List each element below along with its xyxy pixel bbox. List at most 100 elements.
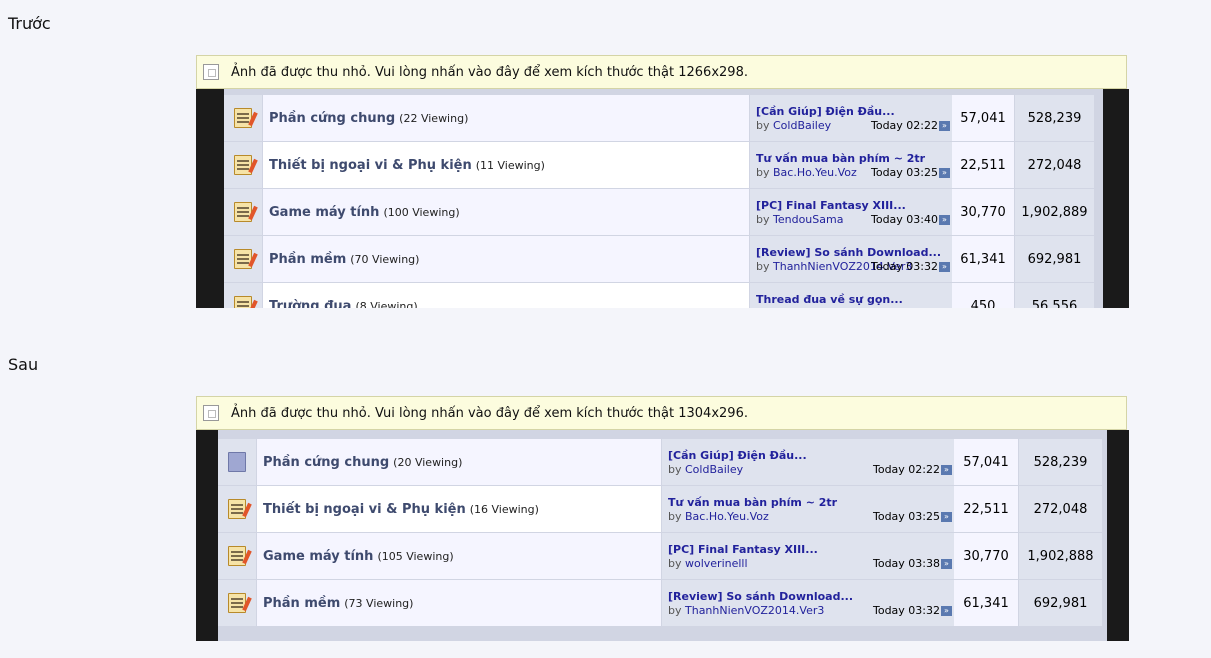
go-to-last-post-icon[interactable]: »: [941, 512, 952, 522]
last-post-time: Today 03:40: [870, 213, 938, 226]
last-thread-link[interactable]: Tư vấn mua bàn phím ~ 2tr: [756, 152, 925, 165]
post-count: 692,981: [1014, 236, 1094, 282]
screenshot-before: Phần cứng chung (22 Viewing) [Cần Giúp] Đi…: [196, 89, 1129, 308]
forum-link[interactable]: Game máy tính: [263, 549, 373, 564]
go-to-last-post-icon[interactable]: »: [939, 121, 950, 131]
post-count: 528,239: [1018, 439, 1102, 485]
user-link[interactable]: wolverinelll: [685, 557, 748, 570]
by-label: by: [756, 260, 773, 273]
forum-status-cell: [218, 580, 257, 626]
last-post-time: Today 03:38: [872, 557, 940, 570]
forum-link[interactable]: Phần cứng chung: [263, 455, 389, 470]
last-post-cell: [PC] Final Fantasy XIII... by wolverinell…: [661, 533, 954, 579]
last-post-cell: Tư vấn mua bàn phím ~ 2tr by Bac.Ho.Yeu.V…: [749, 142, 952, 188]
last-thread-link[interactable]: [Review] So sánh Download...: [756, 246, 941, 259]
last-thread-link[interactable]: [PC] Final Fantasy XIII...: [668, 543, 818, 556]
forum-new-posts-icon: [232, 106, 258, 130]
forum-row: Game máy tính (105 Viewing) [PC] Final Fan…: [218, 533, 1107, 580]
forum-title-cell: Phần mềm (73 Viewing): [257, 580, 661, 626]
screenshot-after: Phần cứng chung (20 Viewing) [Cần Giúp] Đi…: [196, 430, 1129, 641]
forum-title-cell: Phần cứng chung (20 Viewing): [257, 439, 661, 485]
last-poster: by ColdBailey: [756, 119, 831, 132]
forum-title-cell: Game máy tính (100 Viewing): [263, 189, 749, 235]
go-to-last-post-icon[interactable]: »: [941, 559, 952, 569]
last-thread-link[interactable]: Thread đua về sự gọn...: [756, 293, 903, 306]
forum-link[interactable]: Phần cứng chung: [269, 111, 395, 126]
last-poster: by ThanhNienVOZ2014.Ver3: [668, 604, 824, 617]
last-post-cell: [Cần Giúp] Điện Đầu... by ColdBailey Today…: [661, 439, 954, 485]
forum-row: Phần mềm (70 Viewing) [Review] So sánh Dow…: [224, 236, 1103, 283]
post-count: 272,048: [1018, 486, 1102, 532]
last-poster: by wolverinelll: [668, 557, 748, 570]
last-post-time: Today 03:32: [872, 604, 940, 617]
last-poster: by Bac.Ho.Yeu.Voz: [756, 166, 857, 179]
viewing-count: (100 Viewing): [383, 205, 460, 219]
forum-status-cell: [224, 283, 263, 308]
forum-row: Trường đua (8 Viewing) Thread đua về sự gọ…: [224, 283, 1103, 308]
viewing-count: (16 Viewing): [469, 502, 539, 516]
section-title-before: Trước: [8, 14, 51, 33]
post-count: 1,902,888: [1018, 533, 1102, 579]
go-to-last-post-icon[interactable]: »: [941, 465, 952, 475]
last-post-time: Today 03:32: [870, 260, 938, 273]
forum-status-cell: [224, 142, 263, 188]
forum-status-cell: [218, 439, 257, 485]
forum-title-cell: Phần cứng chung (22 Viewing): [263, 95, 749, 141]
forum-new-posts-icon: [232, 200, 258, 224]
go-to-last-post-icon[interactable]: »: [941, 606, 952, 616]
image-resize-icon: [203, 64, 219, 80]
forum-status-cell: [218, 486, 257, 532]
forum-row: Thiết bị ngoại vi & Phụ kiện (11 Viewing)…: [224, 142, 1103, 189]
go-to-last-post-icon[interactable]: »: [939, 215, 950, 225]
user-link[interactable]: TendouSama: [773, 213, 843, 226]
last-post-cell: [Review] So sánh Download... by ThanhNien…: [661, 580, 954, 626]
user-link[interactable]: Bac.Ho.Yeu.Voz: [773, 166, 857, 179]
resize-notice-text: Ảnh đã được thu nhỏ. Vui lòng nhấn vào đ…: [231, 405, 748, 421]
forum-new-posts-icon: [232, 153, 258, 177]
user-link[interactable]: ThanhNienVOZ2014.Ver3: [685, 604, 824, 617]
go-to-last-post-icon[interactable]: »: [939, 168, 950, 178]
by-label: by: [668, 463, 685, 476]
by-label: by: [668, 604, 685, 617]
last-thread-link[interactable]: [PC] Final Fantasy XIII...: [756, 199, 906, 212]
resize-notice-bar[interactable]: Ảnh đã được thu nhỏ. Vui lòng nhấn vào đ…: [196, 396, 1127, 430]
forum-new-posts-icon: [232, 294, 258, 308]
forum-new-posts-icon: [226, 497, 252, 521]
user-link[interactable]: ColdBailey: [685, 463, 743, 476]
by-label: by: [756, 119, 773, 132]
last-post-time: Today 02:22: [872, 463, 940, 476]
forum-link[interactable]: Trường đua: [269, 299, 351, 309]
go-to-last-post-icon[interactable]: »: [939, 262, 950, 272]
thread-count: 30,770: [954, 533, 1018, 579]
forum-table: Phần cứng chung (20 Viewing) [Cần Giúp] Đi…: [218, 430, 1107, 641]
user-link[interactable]: Bac.Ho.Yeu.Voz: [685, 510, 769, 523]
last-thread-link[interactable]: [Cần Giúp] Điện Đầu...: [668, 449, 807, 462]
forum-row: Phần cứng chung (22 Viewing) [Cần Giúp] Đi…: [224, 95, 1103, 142]
forum-link[interactable]: Phần mềm: [263, 596, 340, 611]
forum-title-cell: Game máy tính (105 Viewing): [257, 533, 661, 579]
last-thread-link[interactable]: [Cần Giúp] Điện Đầu...: [756, 105, 895, 118]
thread-count: 30,770: [952, 189, 1014, 235]
post-count: 528,239: [1014, 95, 1094, 141]
last-post-time: Today 03:25: [870, 166, 938, 179]
last-thread-link[interactable]: [Review] So sánh Download...: [668, 590, 853, 603]
thread-count: 22,511: [952, 142, 1014, 188]
last-poster: by Bac.Ho.Yeu.Voz: [668, 510, 769, 523]
last-post-cell: [Review] So sánh Download... by ThanhNien…: [749, 236, 952, 282]
forum-link[interactable]: Thiết bị ngoại vi & Phụ kiện: [269, 158, 472, 173]
user-link[interactable]: ColdBailey: [773, 119, 831, 132]
forum-link[interactable]: Game máy tính: [269, 205, 379, 220]
resize-notice-bar[interactable]: Ảnh đã được thu nhỏ. Vui lòng nhấn vào đ…: [196, 55, 1127, 89]
forum-title-cell: Thiết bị ngoại vi & Phụ kiện (11 Viewing): [263, 142, 749, 188]
viewing-count: (22 Viewing): [399, 111, 469, 125]
thread-count: 61,341: [952, 236, 1014, 282]
forum-new-posts-icon: [232, 247, 258, 271]
forum-link[interactable]: Thiết bị ngoại vi & Phụ kiện: [263, 502, 466, 517]
post-count: 272,048: [1014, 142, 1094, 188]
image-resize-icon: [203, 405, 219, 421]
forum-new-posts-icon: [226, 544, 252, 568]
last-thread-link[interactable]: Tư vấn mua bàn phím ~ 2tr: [668, 496, 837, 509]
by-label: by: [756, 213, 773, 226]
post-count: 56,556: [1014, 283, 1094, 308]
forum-link[interactable]: Phần mềm: [269, 252, 346, 267]
